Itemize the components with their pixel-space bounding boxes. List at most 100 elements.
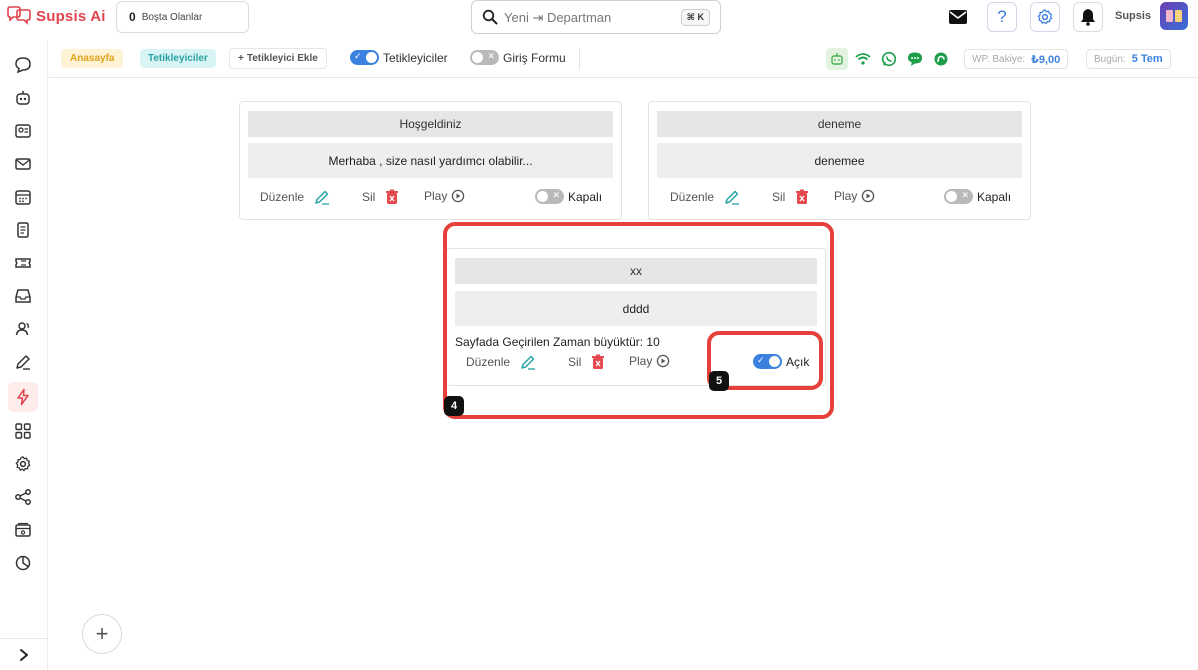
trigger-status-toggle[interactable]: ✕ Kapalı xyxy=(944,189,1011,204)
settings-button[interactable] xyxy=(1030,2,1060,32)
triggers-toggle[interactable]: ✓ Tetikleyiciler xyxy=(350,50,448,65)
sidebar-item-contacts[interactable] xyxy=(8,116,38,146)
login-form-switch[interactable]: ✕ xyxy=(470,50,499,65)
bot-face-icon xyxy=(16,91,30,105)
login-form-toggle[interactable]: ✕ Giriş Formu xyxy=(470,50,566,65)
sidebar xyxy=(0,40,48,670)
sidebar-item-chats[interactable] xyxy=(8,50,38,80)
user-name[interactable]: Supsis xyxy=(1115,10,1151,22)
bot-status-icon[interactable] xyxy=(826,48,848,70)
play-button[interactable]: Play xyxy=(834,189,875,203)
sidebar-expand-button[interactable] xyxy=(0,638,48,670)
trigger-title: Hoşgeldiniz xyxy=(248,111,613,137)
search-icon xyxy=(482,9,498,25)
play-circle-icon xyxy=(452,189,465,203)
sidebar-item-triggers[interactable] xyxy=(8,382,38,412)
idle-count: 0 xyxy=(129,10,136,24)
avatar[interactable] xyxy=(1160,2,1188,30)
sidebar-item-tickets[interactable] xyxy=(8,248,38,278)
trigger-status-toggle[interactable]: ✕ Kapalı xyxy=(535,189,602,204)
inbox-tray-icon xyxy=(15,289,31,303)
sidebar-item-mail[interactable] xyxy=(8,149,38,179)
trigger-message: Merhaba , size nasıl yardımcı olabilir..… xyxy=(248,143,613,178)
breadcrumb-triggers[interactable]: Tetikleyiciler xyxy=(140,49,216,68)
status-switch[interactable]: ✕ xyxy=(535,189,564,204)
breadcrumb-home[interactable]: Anasayfa xyxy=(61,49,124,68)
pie-chart-icon xyxy=(15,555,31,571)
search-shortcut: ⌘ K xyxy=(680,9,710,26)
status-switch[interactable]: ✕ xyxy=(944,189,973,204)
sidebar-item-integrations[interactable] xyxy=(8,482,38,512)
delete-button[interactable]: Sil xyxy=(362,189,399,205)
plus-icon: + xyxy=(238,53,244,64)
add-trigger-button[interactable]: + Tetikleyici Ekle xyxy=(229,48,327,69)
chat-bubble-icon xyxy=(15,57,31,74)
top-bar: Supsis Ai 0 Boşta Olanlar ⌘ K ? Supsis xyxy=(0,0,1198,38)
agent-status-icon[interactable] xyxy=(930,48,952,70)
help-button[interactable]: ? xyxy=(987,2,1017,32)
lightning-icon xyxy=(17,388,29,406)
delete-label: Sil xyxy=(772,190,786,204)
sub-toolbar: Anasayfa Tetikleyiciler + Tetikleyici Ek… xyxy=(49,40,1198,78)
mail-button[interactable] xyxy=(947,7,969,27)
edit-button[interactable]: Düzenle xyxy=(670,189,740,205)
grid-icon xyxy=(15,423,31,439)
sidebar-item-users[interactable] xyxy=(8,314,38,344)
delete-button[interactable]: Sil xyxy=(772,189,809,205)
sidebar-item-editor[interactable] xyxy=(8,347,38,377)
gear-icon xyxy=(1037,9,1053,25)
triggers-switch[interactable]: ✓ xyxy=(350,50,379,65)
sms-icon[interactable] xyxy=(904,48,926,70)
wp-balance: WP. Bakiye: ₺9,00 xyxy=(964,49,1069,69)
sidebar-item-settings[interactable] xyxy=(8,449,38,479)
mail-icon xyxy=(15,158,31,170)
sidebar-item-documents[interactable] xyxy=(8,215,38,245)
edit-button[interactable]: Düzenle xyxy=(260,189,330,205)
plus-icon: + xyxy=(95,621,109,646)
wp-balance-value: ₺9,00 xyxy=(1031,53,1061,66)
wp-balance-label: WP. Bakiye: xyxy=(972,53,1026,65)
idle-label: Boşta Olanlar xyxy=(141,11,203,23)
step-badge: 5 xyxy=(709,371,729,391)
step-badge: 4 xyxy=(444,396,464,416)
trigger-message: denemee xyxy=(657,143,1022,178)
add-floating-button[interactable]: + xyxy=(82,614,122,654)
settings-gear-icon xyxy=(15,456,31,472)
trigger-card: deneme denemee Düzenle Sil Play ✕ Kapalı xyxy=(648,101,1031,220)
login-form-toggle-label: Giriş Formu xyxy=(503,50,566,65)
trash-icon xyxy=(796,189,809,204)
play-label: Play xyxy=(834,189,858,203)
share-nodes-icon xyxy=(15,489,31,505)
today-value: 5 Tem xyxy=(1131,53,1163,65)
global-search[interactable]: ⌘ K xyxy=(471,0,721,34)
ticket-icon xyxy=(15,258,31,268)
trigger-title: deneme xyxy=(657,111,1022,137)
sidebar-item-billing[interactable] xyxy=(8,515,38,545)
idle-agents-box[interactable]: 0 Boşta Olanlar xyxy=(116,1,249,33)
sidebar-item-apps[interactable] xyxy=(8,416,38,446)
check-icon: ✓ xyxy=(354,51,362,61)
add-trigger-label: Tetikleyici Ekle xyxy=(246,53,318,64)
search-input[interactable] xyxy=(504,9,674,25)
sidebar-item-inbox[interactable] xyxy=(8,281,38,311)
sidebar-item-bots[interactable] xyxy=(8,83,38,113)
sidebar-item-calendar[interactable] xyxy=(8,182,38,212)
mail-icon xyxy=(949,10,967,24)
app-name: Supsis Ai xyxy=(36,7,106,25)
x-icon: ✕ xyxy=(552,190,560,200)
play-button[interactable]: Play xyxy=(424,189,465,203)
play-label: Play xyxy=(424,189,448,203)
pen-icon xyxy=(16,355,30,370)
app-logo[interactable]: Supsis Ai xyxy=(6,6,106,26)
delete-label: Sil xyxy=(362,190,376,204)
wifi-icon[interactable] xyxy=(852,48,874,70)
trash-icon xyxy=(386,189,399,204)
question-icon: ? xyxy=(997,7,1007,26)
calendar-icon xyxy=(15,190,31,205)
status-label: Kapalı xyxy=(568,189,603,204)
whatsapp-icon[interactable] xyxy=(878,48,900,70)
notifications-button[interactable] xyxy=(1073,2,1103,32)
chevron-right-icon xyxy=(20,648,28,661)
edit-label: Düzenle xyxy=(260,190,305,204)
sidebar-item-reports[interactable] xyxy=(8,548,38,578)
